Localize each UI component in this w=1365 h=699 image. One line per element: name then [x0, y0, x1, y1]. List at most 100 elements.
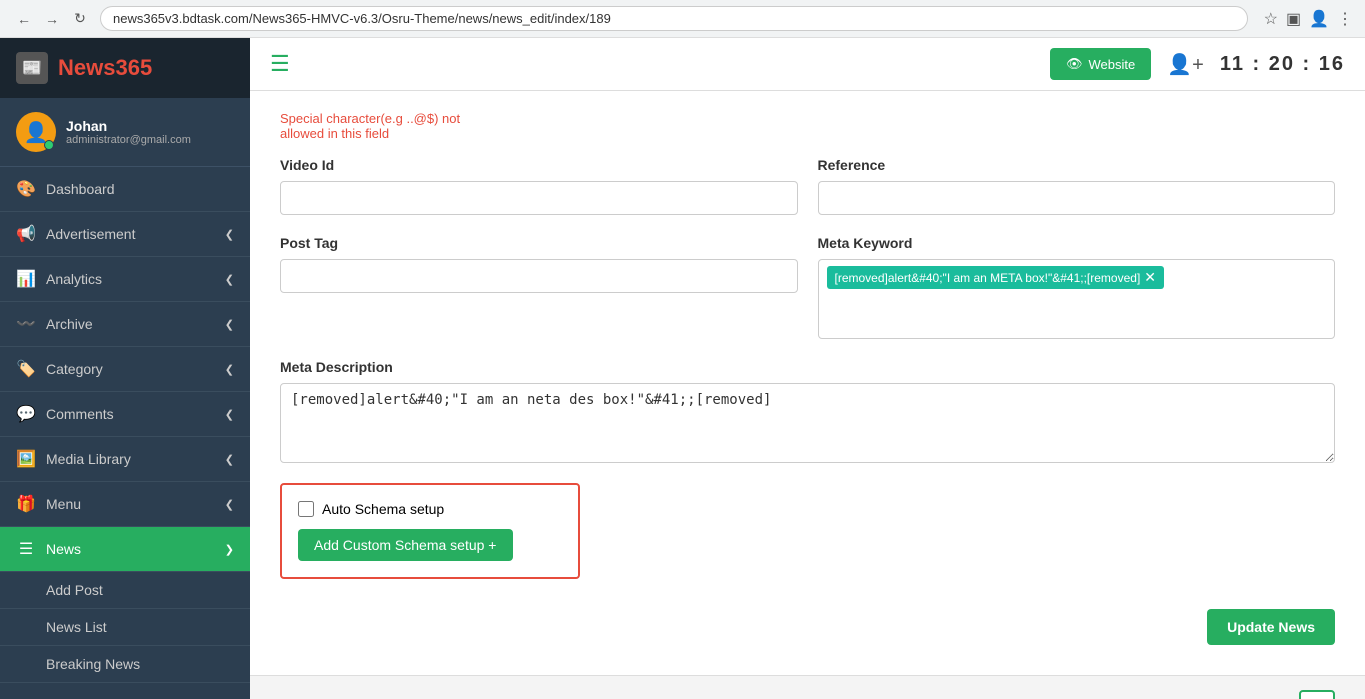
schema-section: Auto Schema setup Add Custom Schema setu…	[280, 483, 580, 579]
reload-button[interactable]: ↻	[68, 7, 92, 31]
add-post-label: Add Post	[46, 582, 103, 598]
error-line1: Special character(e.g ..@$) not	[280, 111, 1335, 126]
video-id-label: Video Id	[280, 157, 798, 173]
chevron-right-icon-category: ❮	[225, 363, 234, 376]
tag-close-icon[interactable]: ✕	[1144, 269, 1156, 286]
hamburger-icon[interactable]: ☰	[270, 51, 290, 77]
analytics-icon: 📊	[16, 269, 36, 289]
add-user-icon[interactable]: 👤+	[1167, 52, 1204, 77]
footer: ©Copyright 2021 ⇧	[250, 675, 1365, 699]
sidebar-item-news-label: News	[46, 541, 81, 557]
chevron-right-icon-menu: ❮	[225, 498, 234, 511]
sidebar-item-advertisement[interactable]: 📢 Advertisement ❮	[0, 212, 250, 257]
sidebar-item-category-label: Category	[46, 361, 103, 377]
profile-icon[interactable]: 👤	[1309, 9, 1329, 29]
auto-schema-checkbox[interactable]	[298, 501, 314, 517]
error-line2: allowed in this field	[280, 126, 1335, 141]
website-btn-label: Website	[1088, 57, 1135, 72]
video-id-input[interactable]	[280, 181, 798, 215]
news-list-label: News List	[46, 619, 107, 635]
sidebar-subitem-news-list[interactable]: News List	[0, 609, 250, 646]
sidebar-subitem-add-post[interactable]: Add Post	[0, 572, 250, 609]
eye-icon: 👁	[1066, 56, 1083, 72]
category-icon: 🏷️	[16, 359, 36, 379]
meta-keyword-tag: [removed]alert&#40;"I am an META box!"&#…	[827, 266, 1165, 289]
address-bar[interactable]: news365v3.bdtask.com/News365-HMVC-v6.3/O…	[100, 6, 1248, 31]
sidebar-item-category[interactable]: 🏷️ Category ❮	[0, 347, 250, 392]
extensions-icon[interactable]: ▣	[1286, 9, 1301, 29]
bookmark-icon[interactable]: ☆	[1264, 9, 1278, 29]
browser-nav: ← → ↻	[12, 7, 92, 31]
sidebar-nav: 🎨 Dashboard 📢 Advertisement ❮ 📊 Analytic…	[0, 167, 250, 699]
media-library-icon: 🖼️	[16, 449, 36, 469]
sidebar: 📰 News365 👤 Johan administrator@gmail.co…	[0, 38, 250, 699]
post-tag-input[interactable]	[280, 259, 798, 293]
top-bar: ☰ 👁 Website 👤+ 11 : 20 : 16	[250, 38, 1365, 91]
top-right: 👁 Website 👤+ 11 : 20 : 16	[1050, 48, 1345, 80]
chevron-down-icon-news: ❯	[225, 543, 234, 556]
forward-button[interactable]: →	[40, 7, 64, 31]
sidebar-item-media-library[interactable]: 🖼️ Media Library ❮	[0, 437, 250, 482]
chevron-right-icon-media: ❮	[225, 453, 234, 466]
archive-icon: 〰️	[16, 314, 36, 334]
sidebar-item-archive[interactable]: 〰️ Archive ❮	[0, 302, 250, 347]
breaking-news-label: Breaking News	[46, 656, 140, 672]
back-button[interactable]: ←	[12, 7, 36, 31]
sidebar-item-advertisement-label: Advertisement	[46, 226, 135, 242]
browser-icons: ☆ ▣ 👤 ⋮	[1264, 9, 1353, 29]
post-tag-meta-keyword-row: Post Tag Meta Keyword [removed]alert&#40…	[280, 235, 1335, 339]
tag-text: [removed]alert&#40;"I am an META box!"&#…	[835, 271, 1141, 285]
website-button[interactable]: 👁 Website	[1050, 48, 1151, 80]
sidebar-item-comments[interactable]: 💬 Comments ❮	[0, 392, 250, 437]
post-tag-group: Post Tag	[280, 235, 798, 339]
avatar: 👤	[16, 112, 56, 152]
meta-description-textarea[interactable]: [removed]alert&#40;"I am an neta des box…	[280, 383, 1335, 463]
error-message: Special character(e.g ..@$) not allowed …	[280, 111, 1335, 141]
update-news-button[interactable]: Update News	[1207, 609, 1335, 645]
user-email: administrator@gmail.com	[66, 134, 191, 146]
brand-prefix: News	[58, 55, 115, 80]
sidebar-item-news[interactable]: ☰ News ❯	[0, 527, 250, 572]
sidebar-item-dashboard-label: Dashboard	[46, 181, 115, 197]
browser-bar: ← → ↻ news365v3.bdtask.com/News365-HMVC-…	[0, 0, 1365, 38]
meta-keyword-tag-area[interactable]: [removed]alert&#40;"I am an META box!"&#…	[818, 259, 1336, 339]
chevron-right-icon-analytics: ❮	[225, 273, 234, 286]
update-btn-row: Update News	[280, 609, 1335, 645]
meta-keyword-label: Meta Keyword	[818, 235, 1336, 251]
auto-schema-label: Auto Schema setup	[322, 501, 444, 517]
chevron-right-icon: ❮	[225, 228, 234, 241]
sidebar-item-archive-label: Archive	[46, 316, 93, 332]
sidebar-brand: 📰 News365	[0, 38, 250, 98]
scroll-top-button[interactable]: ⇧	[1299, 690, 1335, 699]
sidebar-item-menu[interactable]: 🎁 Menu ❮	[0, 482, 250, 527]
video-reference-row: Video Id Reference	[280, 157, 1335, 215]
menu-nav-icon: 🎁	[16, 494, 36, 514]
menu-icon[interactable]: ⋮	[1337, 9, 1353, 29]
chevron-right-icon-comments: ❮	[225, 408, 234, 421]
brand-name: News365	[58, 55, 152, 81]
sidebar-item-analytics[interactable]: 📊 Analytics ❮	[0, 257, 250, 302]
comments-icon: 💬	[16, 404, 36, 424]
sidebar-user: 👤 Johan administrator@gmail.com	[0, 98, 250, 167]
form-area: Special character(e.g ..@$) not allowed …	[250, 91, 1365, 675]
sidebar-item-menu-label: Menu	[46, 496, 81, 512]
sidebar-item-analytics-label: Analytics	[46, 271, 102, 287]
dashboard-icon: 🎨	[16, 179, 36, 199]
sidebar-item-media-library-label: Media Library	[46, 451, 131, 467]
reference-group: Reference	[818, 157, 1336, 215]
reference-input[interactable]	[818, 181, 1336, 215]
brand-suffix: 365	[115, 55, 152, 80]
user-name: Johan	[66, 118, 191, 134]
sidebar-item-dashboard[interactable]: 🎨 Dashboard	[0, 167, 250, 212]
main-content: ☰ 👁 Website 👤+ 11 : 20 : 16 Special char…	[250, 38, 1365, 699]
news-icon: ☰	[16, 539, 36, 559]
auto-schema-row: Auto Schema setup	[298, 501, 562, 517]
meta-keyword-group: Meta Keyword [removed]alert&#40;"I am an…	[818, 235, 1336, 339]
chevron-right-icon-archive: ❮	[225, 318, 234, 331]
meta-description-group: Meta Description [removed]alert&#40;"I a…	[280, 359, 1335, 463]
add-custom-schema-button[interactable]: Add Custom Schema setup +	[298, 529, 513, 561]
post-tag-label: Post Tag	[280, 235, 798, 251]
sidebar-subitem-breaking-news[interactable]: Breaking News	[0, 646, 250, 683]
user-info: Johan administrator@gmail.com	[66, 118, 191, 146]
video-id-group: Video Id	[280, 157, 798, 215]
